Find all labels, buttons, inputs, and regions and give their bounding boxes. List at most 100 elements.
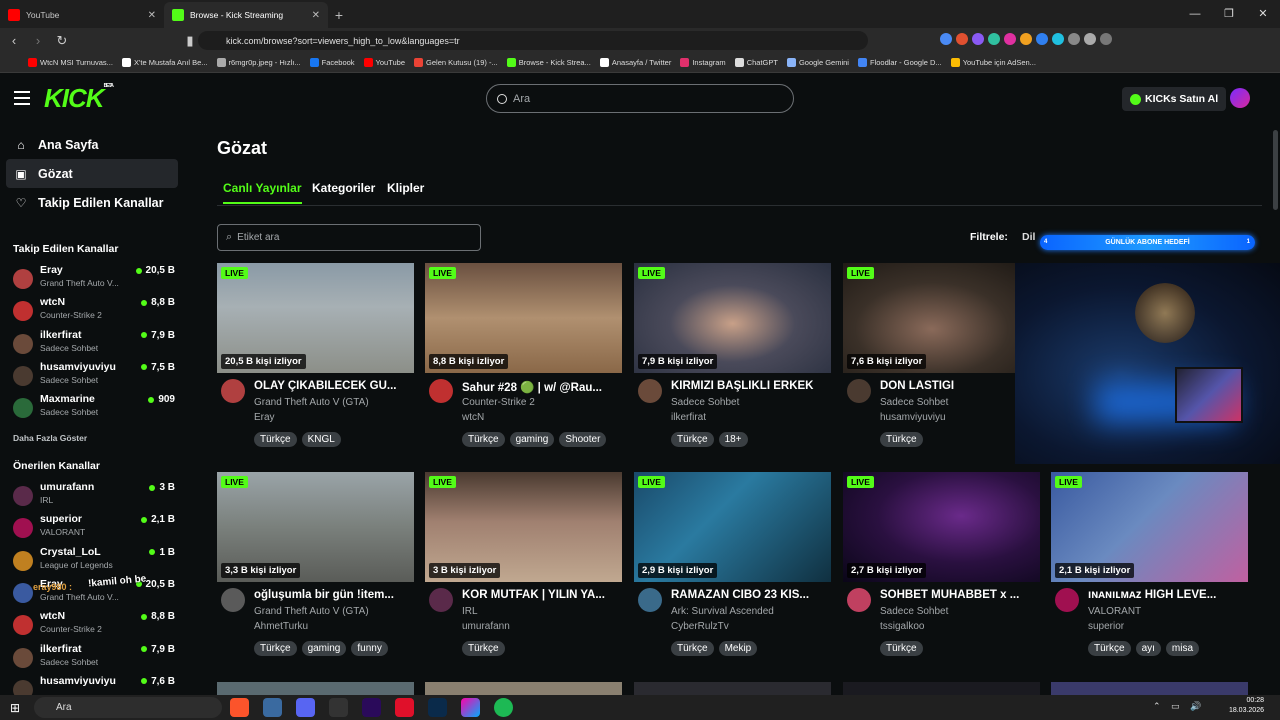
- stream-title[interactable]: oğluşumla bir gün !item...: [254, 589, 414, 601]
- stream-category[interactable]: Sadece Sohbet: [880, 397, 948, 408]
- new-tab-button[interactable]: +: [328, 2, 350, 28]
- sidebar-channel[interactable]: wtcN Counter-Strike 2 8,8 B: [11, 296, 187, 326]
- stream-thumbnail[interactable]: LIVE 20,5 B kişi izliyor: [217, 263, 414, 373]
- tab-live[interactable]: Canlı Yayınlar: [223, 181, 302, 204]
- streamer-name[interactable]: wtcN: [462, 412, 484, 423]
- tag-chip[interactable]: funny: [351, 641, 388, 656]
- url-field[interactable]: kick.com/browse?sort=viewers_high_to_low…: [198, 31, 868, 50]
- stream-category[interactable]: IRL: [462, 606, 478, 617]
- streamer-name[interactable]: superior: [1088, 621, 1124, 632]
- stream-category[interactable]: VALORANT: [1088, 606, 1141, 617]
- close-icon[interactable]: ✕: [148, 10, 156, 21]
- avatar[interactable]: [847, 379, 871, 403]
- system-tray[interactable]: ⌃ ▭ 🔊: [1153, 701, 1205, 712]
- stream-thumbnail-partial[interactable]: [843, 682, 1040, 695]
- tag-chip[interactable]: Türkçe: [254, 641, 297, 656]
- browser-tab-kick[interactable]: Browse - Kick Streaming ✕: [164, 2, 328, 28]
- bookmark-item[interactable]: Gelen Kutusu (19) -...: [414, 58, 498, 67]
- minimize-icon[interactable]: —: [1178, 0, 1212, 28]
- tag-chip[interactable]: 18+: [718, 432, 748, 447]
- tag-chip[interactable]: Shooter: [559, 432, 607, 447]
- tag-chip[interactable]: Türkçe: [671, 641, 714, 656]
- bookmark-item[interactable]: WtcN MSI Turnuvas...: [28, 58, 113, 67]
- scrollbar[interactable]: [1273, 130, 1278, 210]
- extension-icon[interactable]: [1020, 33, 1032, 45]
- stream-thumbnail[interactable]: LIVE 3 B kişi izliyor: [425, 472, 622, 582]
- tag-chip[interactable]: ayı: [1135, 641, 1161, 656]
- stream-thumbnail-partial[interactable]: [425, 682, 622, 695]
- bookmark-item[interactable]: Floodlar - Google D...: [857, 58, 942, 67]
- bookmark-icon[interactable]: ▮: [180, 33, 200, 49]
- bookmark-item[interactable]: ChatGPT: [734, 58, 778, 67]
- kick-logo[interactable]: KICKBETA: [44, 83, 114, 114]
- forward-icon[interactable]: ›: [28, 33, 48, 48]
- clock[interactable]: 00:28 18.03.2026: [1229, 696, 1264, 716]
- brave-icon[interactable]: [230, 698, 249, 717]
- close-window-icon[interactable]: ✕: [1246, 0, 1280, 28]
- streamer-name[interactable]: tssigalkoo: [880, 621, 924, 632]
- search-input[interactable]: Ara: [486, 84, 794, 113]
- bookmark-item[interactable]: Browse - Kick Strea...: [506, 58, 591, 67]
- streamer-name[interactable]: Eray: [254, 412, 275, 423]
- discord-icon[interactable]: [296, 698, 315, 717]
- tag-search-input[interactable]: ⌕ Etiket ara: [217, 224, 481, 251]
- stream-title[interactable]: KÖR MUTFAK | YILIN YA...: [462, 589, 622, 601]
- sidebar-channel[interactable]: ilkerfirat Sadece Sohbet 7,9 B: [11, 329, 187, 359]
- windows-start-icon[interactable]: ⊞: [0, 701, 30, 715]
- user-avatar[interactable]: [1230, 88, 1250, 108]
- tag-chip[interactable]: Türkçe: [671, 432, 714, 447]
- avatar[interactable]: [429, 379, 453, 403]
- photos-icon[interactable]: [461, 698, 480, 717]
- sidebar-channel[interactable]: Eray Grand Theft Auto V... 20,5 B: [11, 264, 187, 294]
- stream-thumbnail[interactable]: LIVE 2,9 B kişi izliyor: [634, 472, 831, 582]
- tag-chip[interactable]: Türkçe: [880, 432, 923, 447]
- spotify-icon[interactable]: [494, 698, 513, 717]
- sidebar-channel[interactable]: umurafann IRL 3 B: [11, 481, 187, 511]
- sidebar-channel[interactable]: Crystal_LoL League of Legends 1 B: [11, 546, 187, 576]
- stream-title[interactable]: OLAY ÇIKABİLECEK GÜ...: [254, 380, 414, 392]
- browser-tab-youtube[interactable]: YouTube ✕: [0, 2, 164, 28]
- extension-icon[interactable]: [1004, 33, 1016, 45]
- avatar[interactable]: [638, 379, 662, 403]
- stream-thumbnail[interactable]: LIVE 7,6 B kişi izliyor: [843, 263, 1040, 373]
- obs-icon[interactable]: [329, 698, 348, 717]
- avatar[interactable]: [221, 379, 245, 403]
- streamer-name[interactable]: CyberRulzTv: [671, 621, 729, 632]
- stream-hover-preview[interactable]: [1015, 263, 1280, 464]
- sidebar-item-following[interactable]: ♡ Takip Edilen Kanallar: [6, 188, 178, 217]
- stream-thumbnail[interactable]: LIVE 8,8 B kişi izliyor: [425, 263, 622, 373]
- sidebar-channel[interactable]: husamviyuviyu Sadece Sohbet 7,5 B: [11, 361, 187, 391]
- stream-category[interactable]: Ark: Survival Ascended: [671, 606, 774, 617]
- tag-chip[interactable]: misa: [1165, 641, 1200, 656]
- stream-thumbnail-partial[interactable]: [1051, 682, 1248, 695]
- tab-clips[interactable]: Klipler: [387, 181, 424, 195]
- tag-chip[interactable]: Türkçe: [254, 432, 297, 447]
- premiere-icon[interactable]: [362, 698, 381, 717]
- stream-title[interactable]: Sahur #28 🟢 | w/ @Rau...: [462, 380, 622, 394]
- bookmark-item[interactable]: Google Gemini: [786, 58, 849, 67]
- stream-category[interactable]: Sadece Sohbet: [880, 606, 948, 617]
- back-icon[interactable]: ‹: [4, 33, 24, 48]
- bookmark-item[interactable]: YouTube için AdSen...: [950, 58, 1036, 67]
- bookmark-item[interactable]: Instagram: [680, 58, 726, 67]
- reload-icon[interactable]: ↻: [52, 33, 72, 49]
- streamer-name[interactable]: husamviyuviyu: [880, 412, 946, 423]
- stream-thumbnail[interactable]: LIVE 2,1 B kişi izliyor: [1051, 472, 1248, 582]
- language-filter[interactable]: Dil: [1022, 231, 1035, 243]
- sidebar-channel[interactable]: ilkerfirat Sadece Sohbet 7,9 B: [11, 643, 187, 673]
- streamer-name[interactable]: umurafann: [462, 621, 510, 632]
- bookmark-item[interactable]: X'te Mustafa Anıl Be...: [121, 58, 208, 67]
- stream-thumbnail-partial[interactable]: [634, 682, 831, 695]
- stream-category[interactable]: Grand Theft Auto V (GTA): [254, 606, 369, 617]
- extension-icon[interactable]: [1068, 33, 1080, 45]
- show-more-link[interactable]: Daha Fazla Göster: [13, 433, 87, 443]
- tag-chip[interactable]: Türkçe: [880, 641, 923, 656]
- stream-title[interactable]: KIRMIZI BAŞLIKLI ERKEK: [671, 380, 831, 392]
- extension-icon[interactable]: [956, 33, 968, 45]
- bookmark-item[interactable]: Anasayfa / Twitter: [599, 58, 671, 67]
- extension-icon[interactable]: [940, 33, 952, 45]
- stream-category[interactable]: Sadece Sohbet: [671, 397, 739, 408]
- photoshop-icon[interactable]: [428, 698, 447, 717]
- sidebar-item-browse[interactable]: ▣ Gözat: [6, 159, 178, 188]
- menu-icon[interactable]: [14, 91, 30, 105]
